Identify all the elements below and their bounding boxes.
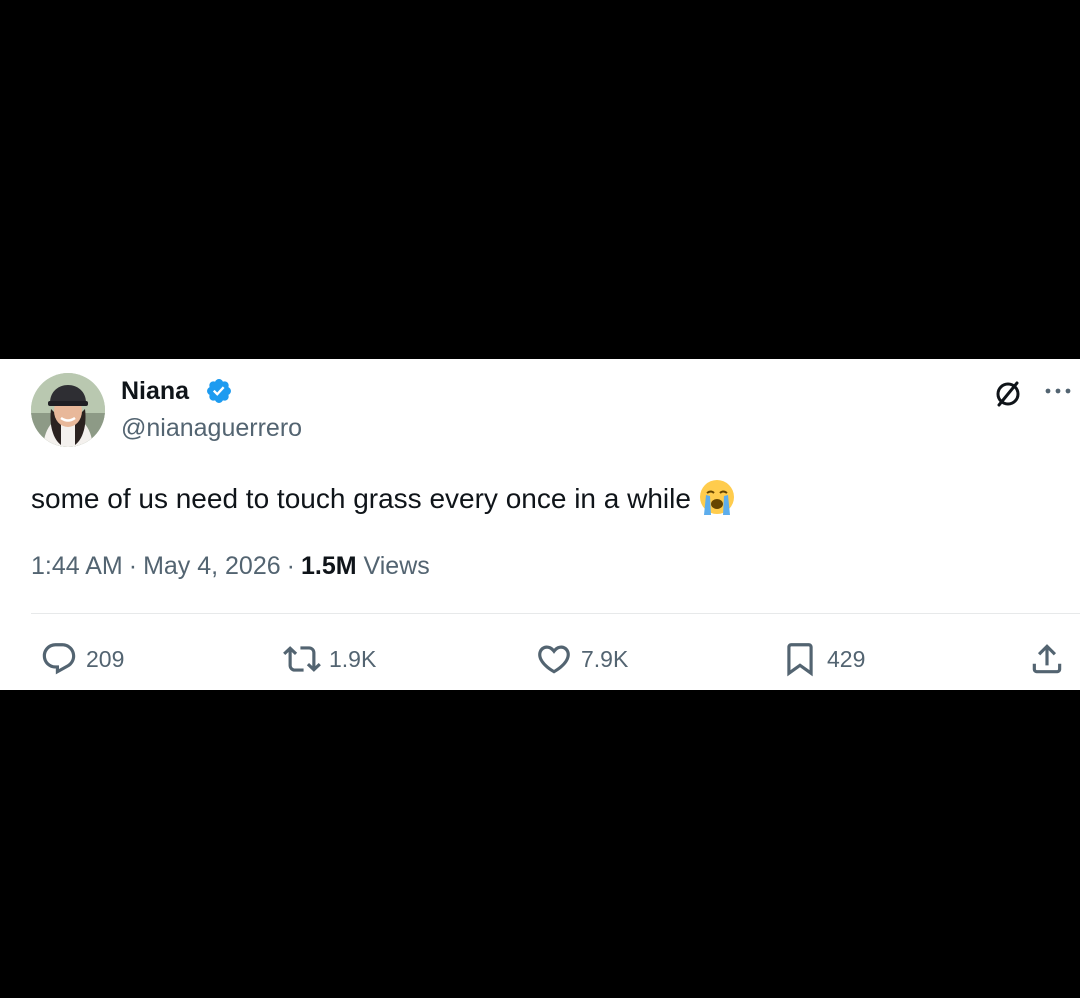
retweet-button[interactable]: 1.9K <box>283 641 376 677</box>
meta-separator: · <box>286 552 295 580</box>
views-count[interactable]: 1.5M <box>301 552 357 580</box>
tweet-date[interactable]: May 4, 2026 <box>143 552 281 580</box>
verified-badge-icon <box>207 379 231 403</box>
like-button[interactable]: 7.9K <box>535 641 628 677</box>
views-label: Views <box>363 552 430 580</box>
display-name[interactable]: Niana <box>121 376 189 406</box>
bookmark-icon <box>787 643 813 677</box>
heart-icon <box>538 645 570 674</box>
tweet-body: some of us need to touch grass every onc… <box>31 483 691 514</box>
meta-separator: · <box>128 552 138 580</box>
bookmark-count: 429 <box>827 645 866 672</box>
tweet-text: some of us need to touch grass every onc… <box>31 477 737 517</box>
more-icon[interactable] <box>1043 381 1073 401</box>
divider <box>31 613 1080 614</box>
reply-icon <box>42 643 76 675</box>
loudly-crying-face-icon <box>699 480 734 515</box>
tweet-meta: 1:44 AM · May 4, 2026 · 1.5M Views <box>31 551 430 581</box>
avatar[interactable] <box>31 373 105 447</box>
bookmark-button[interactable]: 429 <box>781 641 865 677</box>
tweet-time[interactable]: 1:44 AM <box>31 552 123 580</box>
reply-count: 209 <box>86 645 125 672</box>
share-button[interactable] <box>1028 641 1066 677</box>
like-count: 7.9K <box>581 645 629 672</box>
grok-icon[interactable] <box>992 378 1024 410</box>
reply-button[interactable]: 209 <box>40 641 124 677</box>
share-icon <box>1032 644 1062 674</box>
handle[interactable]: @nianaguerrero <box>121 413 302 443</box>
avatar-image <box>31 373 105 447</box>
retweet-icon <box>283 646 321 672</box>
retweet-count: 1.9K <box>329 645 377 672</box>
